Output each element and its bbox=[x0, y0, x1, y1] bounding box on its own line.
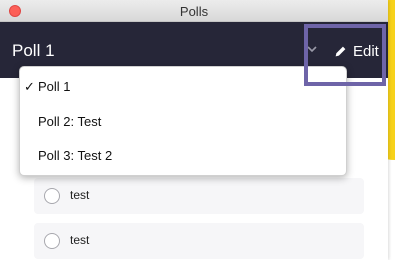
poll-option[interactable]: test bbox=[34, 178, 364, 214]
dropdown-item-poll-1[interactable]: ✓ Poll 1 bbox=[20, 71, 346, 103]
edit-highlight-box bbox=[304, 24, 386, 86]
dropdown-item-poll-2[interactable]: Poll 2: Test bbox=[20, 106, 346, 138]
radio-icon[interactable] bbox=[44, 233, 60, 249]
window-title: Polls bbox=[179, 4, 209, 19]
title-bar: Polls bbox=[0, 0, 388, 22]
poll-option[interactable]: test bbox=[34, 223, 364, 259]
option-label: test bbox=[70, 233, 90, 247]
poll-select-dropdown: ✓ Poll 1 Poll 2: Test Poll 3: Test 2 bbox=[19, 66, 347, 176]
poll-title[interactable]: Poll 1 bbox=[12, 41, 55, 61]
option-label: test bbox=[70, 188, 90, 202]
checkmark-icon: ✓ bbox=[24, 79, 35, 94]
dropdown-item-poll-3[interactable]: Poll 3: Test 2 bbox=[20, 140, 346, 172]
dropdown-item-label: Poll 1 bbox=[38, 79, 71, 94]
dropdown-item-label: Poll 3: Test 2 bbox=[38, 148, 113, 163]
dropdown-item-label: Poll 2: Test bbox=[38, 114, 102, 129]
screen: Polls Poll 1 Edit test test ✓ Poll 1 Pol… bbox=[0, 0, 395, 260]
radio-icon[interactable] bbox=[44, 188, 60, 204]
